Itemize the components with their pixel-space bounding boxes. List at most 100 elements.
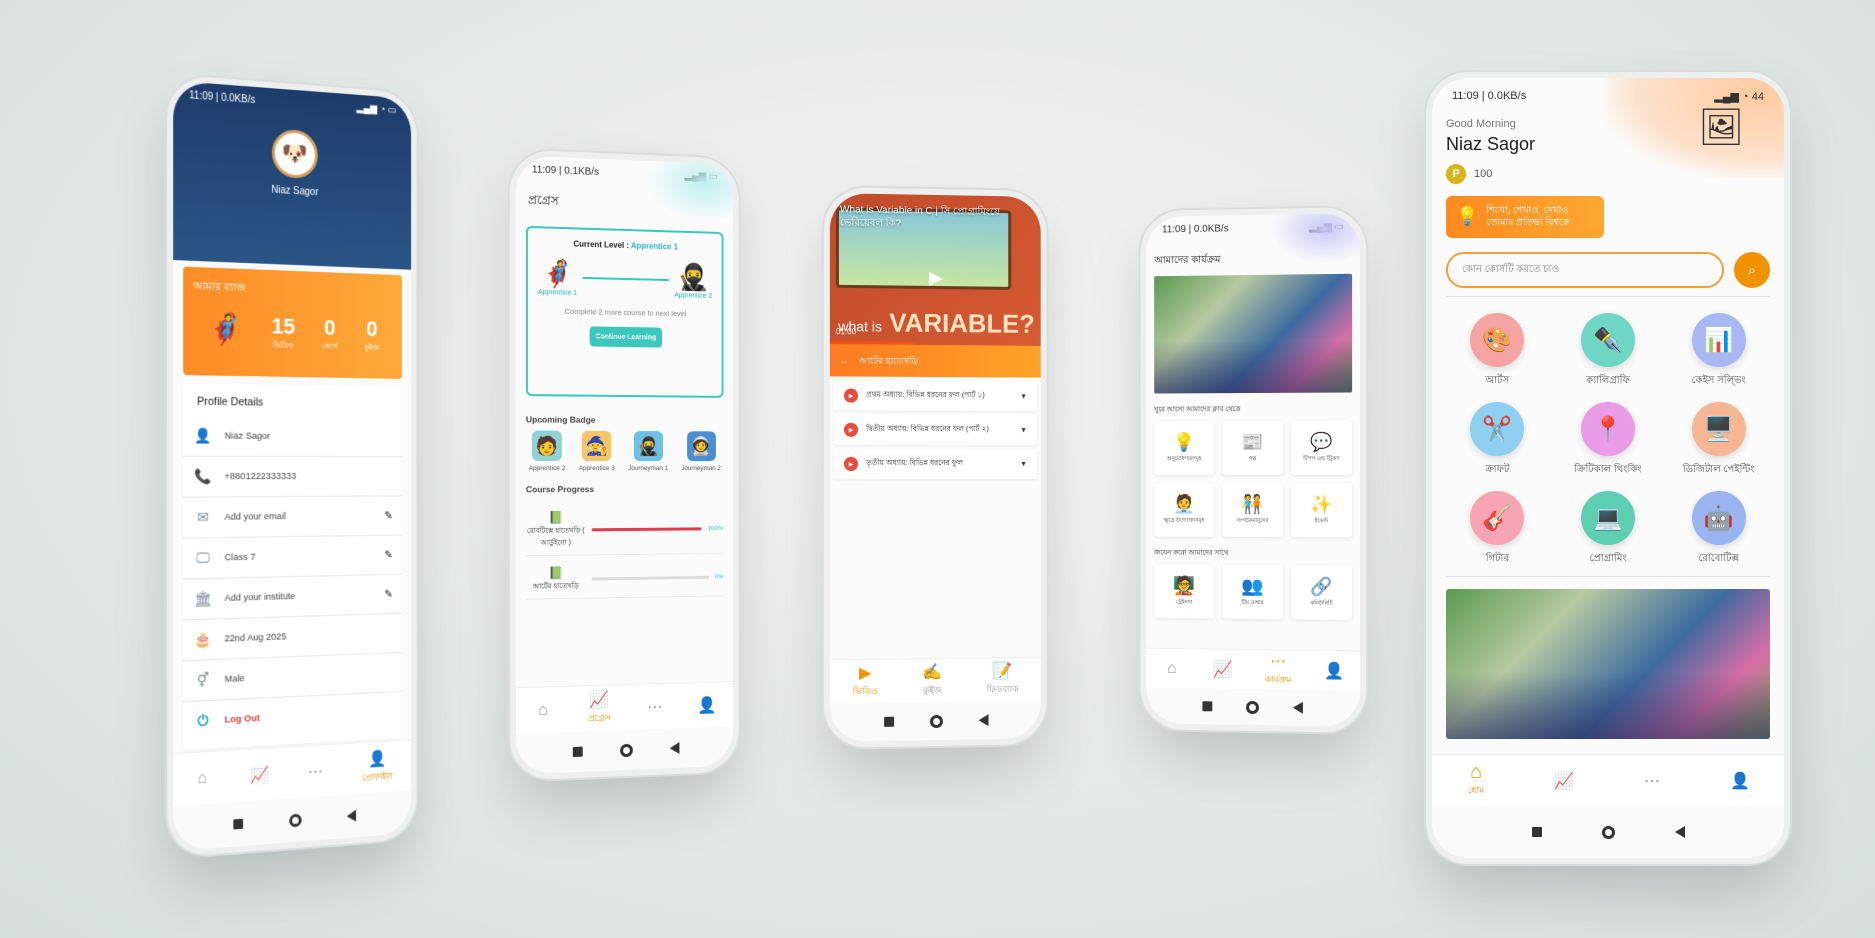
recents-icon[interactable] [232, 818, 243, 830]
chapter-item[interactable]: ▶ দ্বিতীয় অধ্যায়: বিভিন্ন ধরনের ফল (পার… [833, 414, 1037, 446]
avatar[interactable]: 🐶 [272, 128, 318, 180]
category-icon: 🎸 [1470, 491, 1525, 545]
back-icon[interactable] [346, 809, 356, 823]
nav-activities[interactable]: ⋯ [646, 697, 663, 715]
nav-home[interactable]: ⌂ হোম [1467, 761, 1485, 798]
nav-home[interactable]: ⌂ [193, 769, 211, 788]
bottom-nav: ⌂ হোম 📈 ⋯ 👤 [1432, 754, 1784, 806]
complete-hint: Complete 2 more course to next level [564, 306, 687, 319]
progress-phone: 11:09 | 0.1KB/s▂▄▆ ▭ প্রগ্রেস Current Le… [515, 155, 734, 775]
nav-quiz[interactable]: ✍ কুইজ [922, 663, 942, 698]
back-icon[interactable] [1674, 826, 1685, 838]
category-item[interactable]: 📍 ক্রিটিকাল থিংকিং [1553, 402, 1664, 479]
profile-row-class[interactable]: 🖵 Class 7 ✎ [183, 535, 402, 580]
category-label: প্রোগ্রামিং [1589, 553, 1627, 564]
search-button[interactable]: ⌕ [1734, 252, 1770, 288]
home-button-icon[interactable] [1601, 825, 1615, 839]
profile-row-email[interactable]: ✉ Add your email ✎ [183, 496, 402, 539]
join-grid: 🧑‍🏫 ট্রেইনার 👥 টিম মেম্বার 🔗 কমিউনিটি [1146, 564, 1360, 620]
nav-video[interactable]: ▶ ভিডিও [853, 664, 878, 700]
search-input[interactable]: কোন কোর্সটি করতে চাও [1446, 252, 1724, 288]
category-item[interactable]: 💻 প্রোগ্রামিং [1553, 491, 1664, 568]
course-progress-title: Course Progress [525, 484, 595, 495]
upcoming-badge-item[interactable]: 🧑 Apprentice 2 [529, 430, 565, 472]
recents-icon[interactable] [1202, 701, 1213, 712]
chapter-item[interactable]: ▶ প্রথম অধ্যায়: বিভিন্ন ধরনের ফল (পার্ট … [833, 380, 1037, 412]
book-icon: 📗 [548, 510, 564, 525]
join-tile[interactable]: 👥 টিম মেম্বার [1222, 564, 1283, 620]
video-icon: ▶ [859, 664, 872, 683]
profile-icon: 👤 [1324, 662, 1345, 680]
category-item[interactable]: 🤖 রোবোটিক্স [1663, 491, 1774, 568]
signal-icons: ▂▄▆ ◔ 44 [1714, 91, 1764, 103]
category-label: ক্যালিগ্রাফি [1586, 375, 1630, 386]
home-button-icon[interactable] [1246, 700, 1259, 714]
club-tile[interactable]: 📰 গল্প [1222, 420, 1283, 476]
course-progress-row[interactable]: 📗 রোবটিক্সে হাতেখড়ি ( আর্ডুইনো ) 100% [525, 503, 724, 557]
nav-progress[interactable]: 📈 প্রগ্রেস [588, 690, 611, 726]
category-item[interactable]: 🎸 গিটার [1442, 491, 1553, 568]
nav-progress[interactable]: 📈 [250, 765, 269, 784]
play-icon[interactable]: ▶ [929, 267, 943, 288]
club-tile[interactable]: 🧑‍💼 ক্ষুদ্রে উদ্যোক্তাসমূহ [1154, 482, 1215, 537]
home-button-icon[interactable] [929, 714, 943, 728]
upcoming-badge-item[interactable]: 🧑‍🚀 Journeyman 2 [681, 431, 721, 472]
event-icon: ✨ [1310, 494, 1333, 515]
home-icon: ⌂ [1166, 659, 1177, 677]
back-arrow-icon[interactable]: ← [840, 355, 849, 365]
category-icon: 🎨 [1470, 313, 1525, 367]
nav-profile[interactable]: 👤 [698, 696, 717, 714]
edit-pencil-icon[interactable]: ✎ [384, 548, 392, 561]
nav-progress[interactable]: 📈 [1554, 772, 1574, 790]
category-item[interactable]: 📊 কেইস সল্ভিং [1663, 313, 1774, 390]
join-tile[interactable]: 🧑‍🏫 ট্রেইনার [1154, 564, 1215, 619]
edit-pencil-icon[interactable]: ✎ [384, 588, 392, 601]
club-tile[interactable]: 💡 অনুরোধপত্রসমূহ [1154, 421, 1215, 475]
system-nav [1146, 687, 1361, 727]
nav-profile[interactable]: 👤 [1730, 772, 1750, 790]
course-progress-row[interactable]: 📗 আর্টের হাতেখড়ি 0% [525, 557, 724, 600]
recents-icon[interactable] [883, 716, 894, 727]
profile-details-title: Profile Details [197, 395, 264, 409]
category-item[interactable]: 🎨 আর্টস [1442, 313, 1553, 390]
category-item[interactable]: 🖥️ ডিজিটাল পেইন্টিং [1663, 402, 1774, 479]
back-icon[interactable] [1292, 701, 1303, 714]
upcoming-badge-item[interactable]: 🧙 Apprentice 3 [579, 430, 615, 472]
continue-learning-button[interactable]: Continue Learning [589, 326, 663, 348]
upcoming-badges: 🧑 Apprentice 2 🧙 Apprentice 3 🥷 Journeyman … [516, 430, 733, 473]
category-item[interactable]: ✂️ ক্রাফট [1442, 402, 1553, 479]
join-tile[interactable]: 🔗 কমিউনিটি [1290, 565, 1353, 620]
recents-icon[interactable] [572, 746, 583, 758]
nav-profile[interactable]: 👤 [1324, 661, 1345, 680]
nav-activities[interactable]: ⋯ [307, 762, 324, 781]
video-player[interactable]: What is Variable in C | সি প্রোগ্রামিংয়… [829, 193, 1041, 346]
club-tile[interactable]: 🧑‍🤝‍🧑 সংগঠকবাবুদের [1222, 482, 1283, 538]
nav-progress[interactable]: 📈 [1213, 660, 1233, 678]
edit-pencil-icon[interactable]: ✎ [384, 509, 392, 522]
badge-avatar-icon: 🧑‍🚀 [686, 431, 716, 462]
nav-activities[interactable]: ⋯ কার্যক্রম [1265, 652, 1292, 687]
home-button-icon[interactable] [619, 743, 633, 757]
status-time: 11:09 | 0.0KB/s [189, 90, 256, 107]
activity-photo[interactable] [1446, 589, 1770, 739]
profile-row-institute[interactable]: 🏛 Add your institute ✎ [183, 574, 402, 621]
nav-activities[interactable]: ⋯ [1643, 772, 1661, 790]
nav-home[interactable]: ⌂ [534, 701, 552, 720]
bulb-icon: 💡 [1456, 206, 1479, 227]
recents-icon[interactable] [1531, 827, 1542, 837]
home-button-icon[interactable] [288, 813, 302, 827]
upcoming-badge-item[interactable]: 🥷 Journeyman 1 [628, 431, 668, 472]
nav-home[interactable]: ⌂ [1163, 659, 1181, 677]
profile-name: Niaz Sagor [271, 184, 319, 199]
youtube-icon: ▶ [843, 456, 859, 472]
back-icon[interactable] [978, 714, 989, 727]
badge-avatar-icon: 🧙 [581, 430, 612, 461]
activity-photo[interactable] [1154, 273, 1353, 394]
club-tile[interactable]: 💬 টিপস এন্ড ট্রিকস [1290, 420, 1353, 476]
back-icon[interactable] [669, 742, 679, 755]
chapter-item[interactable]: ▶ তৃতীয় অধ্যায়: বিভিন্ন ধরনের ফুল ▼ [833, 448, 1037, 480]
club-tile[interactable]: ✨ ইভেন্ট [1290, 483, 1353, 538]
nav-profile[interactable]: 👤 প্রোফাইল [362, 749, 393, 785]
nav-feedback[interactable]: 📝 ফিডব্যাক [987, 662, 1019, 697]
category-item[interactable]: ✒️ ক্যালিগ্রাফি [1553, 313, 1664, 390]
